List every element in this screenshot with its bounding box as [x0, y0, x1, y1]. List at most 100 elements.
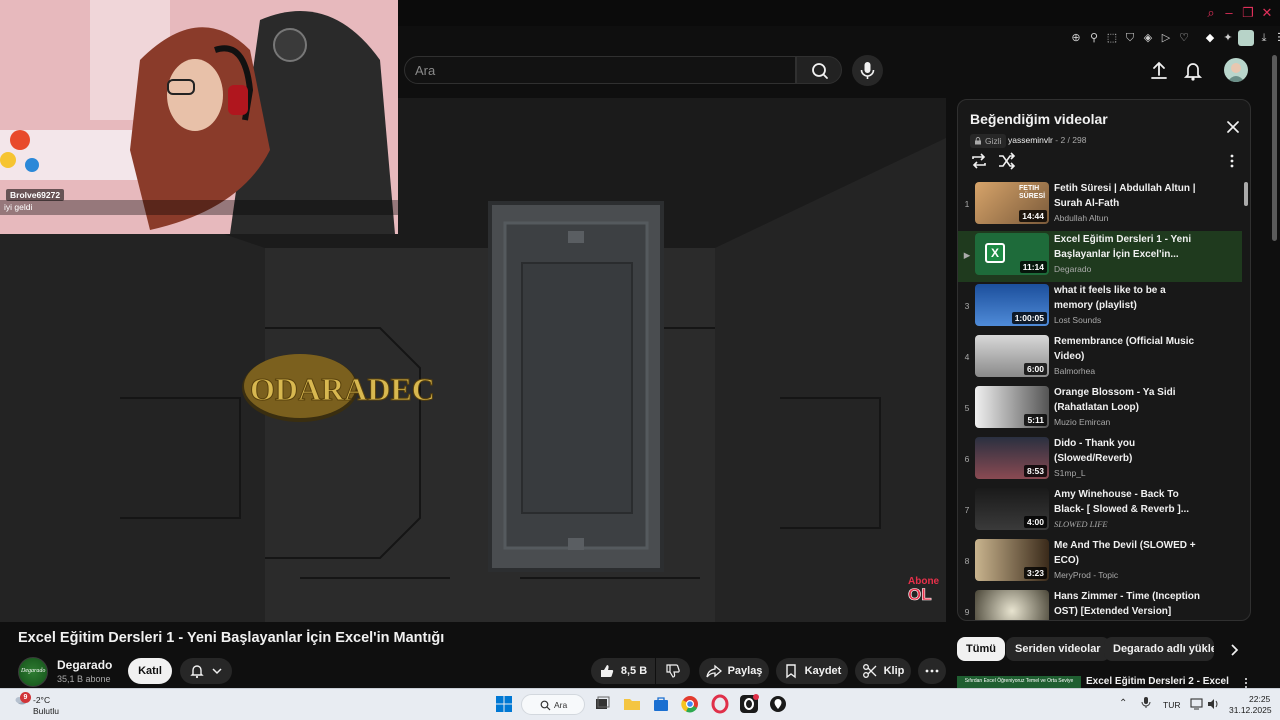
- pin-icon[interactable]: ⚲: [1086, 30, 1102, 46]
- page-scrollbar[interactable]: [1272, 55, 1277, 241]
- item-channel: Abdullah Altun: [1054, 213, 1109, 223]
- playlist-item[interactable]: 1 FETIH SÜRESİ 14:44 Fetih Süresi | Abdu…: [958, 180, 1242, 231]
- item-title[interactable]: Me And The Devil (SLOWED + ECO): [1054, 539, 1204, 568]
- restore-icon[interactable]: ❐: [1239, 4, 1257, 22]
- microphone-tray-icon[interactable]: [1140, 695, 1152, 711]
- playlist-scrollbar[interactable]: [1244, 182, 1248, 206]
- chip-uploader[interactable]: Degarado adlı yükleyi: [1104, 637, 1214, 661]
- item-thumbnail[interactable]: 1:00:05: [975, 284, 1049, 326]
- playlist-item[interactable]: 3 1:00:05 what it feels like to be a mem…: [958, 282, 1242, 333]
- item-index: 8: [964, 556, 970, 566]
- opera-gx-button[interactable]: [739, 694, 759, 714]
- heart-icon[interactable]: ♡: [1176, 30, 1192, 46]
- screenshot-icon[interactable]: ⬚: [1104, 30, 1120, 46]
- extension-icon[interactable]: ◆: [1202, 30, 1218, 46]
- item-thumbnail[interactable]: [975, 590, 1049, 620]
- playlist-item[interactable]: 5 5:11 Orange Blossom - Ya Sidi (Rahatla…: [958, 384, 1242, 435]
- play-icon[interactable]: ▷: [1158, 30, 1174, 46]
- close-icon: [1227, 121, 1239, 133]
- chips-next-button[interactable]: [1224, 640, 1244, 660]
- language-indicator[interactable]: TUR: [1163, 700, 1180, 710]
- channel-avatar[interactable]: Degarado: [18, 657, 48, 687]
- playlist-item-active[interactable]: ▶ X 11:14 Excel Eğitim Dersleri 1 - Yeni…: [958, 231, 1242, 282]
- task-view-icon: [596, 696, 610, 709]
- clock-time[interactable]: 22:25: [1249, 694, 1270, 704]
- file-explorer-button[interactable]: [622, 694, 642, 714]
- profile-icon[interactable]: [1238, 30, 1254, 46]
- weather-temp[interactable]: -2°C: [33, 695, 50, 705]
- playlist-more-button[interactable]: [1224, 152, 1240, 170]
- item-title[interactable]: Hans Zimmer - Time (Inception OST) [Exte…: [1054, 590, 1204, 619]
- chip-series[interactable]: Seriden videolar: [1006, 637, 1110, 661]
- display-tray-icon[interactable]: [1190, 697, 1204, 711]
- shuffle-button[interactable]: [996, 150, 1018, 172]
- taskbar-search[interactable]: Ara: [521, 694, 585, 715]
- task-view-button[interactable]: [592, 694, 612, 714]
- puzzle-icon[interactable]: ✦: [1220, 30, 1236, 46]
- next-video-more-button[interactable]: [1240, 676, 1252, 688]
- playlist-item[interactable]: 9 Hans Zimmer - Time (Inception OST) [Ex…: [958, 588, 1242, 620]
- clip-button[interactable]: Klip: [855, 658, 911, 684]
- item-duration: 14:44: [1019, 210, 1047, 222]
- cube-icon[interactable]: ◈: [1140, 30, 1156, 46]
- item-title[interactable]: Orange Blossom - Ya Sidi (Rahatlatan Loo…: [1054, 386, 1204, 415]
- channel-name[interactable]: Degarado: [57, 658, 112, 672]
- chip-all[interactable]: Tümü: [957, 637, 1005, 661]
- account-avatar[interactable]: [1224, 58, 1248, 82]
- download-icon[interactable]: ⤓: [1256, 30, 1272, 46]
- volume-icon[interactable]: [1206, 697, 1220, 711]
- chrome-button[interactable]: [680, 694, 700, 714]
- share-button[interactable]: Paylaş: [699, 658, 769, 684]
- show-hidden-icons[interactable]: ⌃: [1119, 698, 1127, 709]
- store-button[interactable]: [651, 694, 671, 714]
- clock-date[interactable]: 31.12.2025: [1229, 705, 1272, 715]
- save-button[interactable]: Kaydet: [776, 658, 848, 684]
- item-title[interactable]: what it feels like to be a memory (playl…: [1054, 284, 1204, 313]
- item-title[interactable]: Excel Eğitim Dersleri 1 - Yeni Başlayanl…: [1054, 233, 1204, 262]
- playlist-item[interactable]: 4 6:00 Remembrance (Official Music Video…: [958, 333, 1242, 384]
- playlist-item[interactable]: 7 4:00 Amy Winehouse - Back To Black- [ …: [958, 486, 1242, 537]
- item-channel: S1mp_L: [1054, 468, 1086, 478]
- opera-button[interactable]: [710, 694, 730, 714]
- item-thumbnail[interactable]: 8:53: [975, 437, 1049, 479]
- item-thumbnail[interactable]: 3:23: [975, 539, 1049, 581]
- loop-button[interactable]: [968, 150, 990, 172]
- minimize-icon[interactable]: –: [1220, 4, 1238, 22]
- zoom-icon[interactable]: ⊕: [1068, 30, 1084, 46]
- search-button[interactable]: [796, 56, 842, 84]
- notifications-button[interactable]: [1180, 58, 1206, 84]
- shield-icon[interactable]: ⛉: [1122, 30, 1138, 46]
- search-input[interactable]: [405, 57, 795, 83]
- next-video-title[interactable]: Excel Eğitim Dersleri 2 - Excel: [1086, 676, 1229, 687]
- item-thumbnail[interactable]: FETIH SÜRESİ 14:44: [975, 182, 1049, 224]
- close-window-icon[interactable]: ✕: [1258, 4, 1276, 22]
- item-title[interactable]: Amy Winehouse - Back To Black- [ Slowed …: [1054, 488, 1204, 517]
- search-field[interactable]: [404, 56, 796, 84]
- playlist-item[interactable]: 8 3:23 Me And The Devil (SLOWED + ECO) M…: [958, 537, 1242, 588]
- like-button[interactable]: 8,5 B: [591, 658, 655, 684]
- next-video-thumbnail[interactable]: Sıfırdan Excel Öğreniyoruz Temel ve Orta…: [957, 676, 1081, 688]
- item-index: 9: [964, 607, 970, 617]
- item-title[interactable]: Dido - Thank you (Slowed/Reverb): [1054, 437, 1204, 466]
- maps-button[interactable]: [768, 694, 788, 714]
- menu-icon[interactable]: ☰: [1274, 30, 1280, 46]
- upload-button[interactable]: [1146, 58, 1172, 84]
- playlist-item[interactable]: 6 8:53 Dido - Thank you (Slowed/Reverb) …: [958, 435, 1242, 486]
- item-title[interactable]: Remembrance (Official Music Video): [1054, 335, 1204, 364]
- start-button[interactable]: [494, 694, 514, 714]
- join-button[interactable]: Katıl: [128, 658, 172, 684]
- item-thumbnail[interactable]: X 11:14: [975, 233, 1049, 275]
- playlist-title[interactable]: Beğendiğim videolar: [970, 111, 1108, 127]
- subscribe-notify-button[interactable]: [180, 658, 232, 684]
- voice-search-button[interactable]: [852, 55, 883, 86]
- item-thumbnail[interactable]: 4:00: [975, 488, 1049, 530]
- item-thumbnail[interactable]: 6:00: [975, 335, 1049, 377]
- search-icon[interactable]: ⌕: [1202, 4, 1220, 22]
- weather-desc[interactable]: Bulutlu: [33, 706, 59, 716]
- close-playlist-button[interactable]: [1224, 118, 1242, 136]
- item-thumbnail[interactable]: 5:11: [975, 386, 1049, 428]
- playlist-owner[interactable]: yasseminvlr: [1008, 135, 1053, 145]
- dislike-button[interactable]: [656, 658, 690, 684]
- item-title[interactable]: Fetih Süresi | Abdullah Altun | Surah Al…: [1054, 182, 1204, 211]
- more-actions-button[interactable]: [918, 658, 946, 684]
